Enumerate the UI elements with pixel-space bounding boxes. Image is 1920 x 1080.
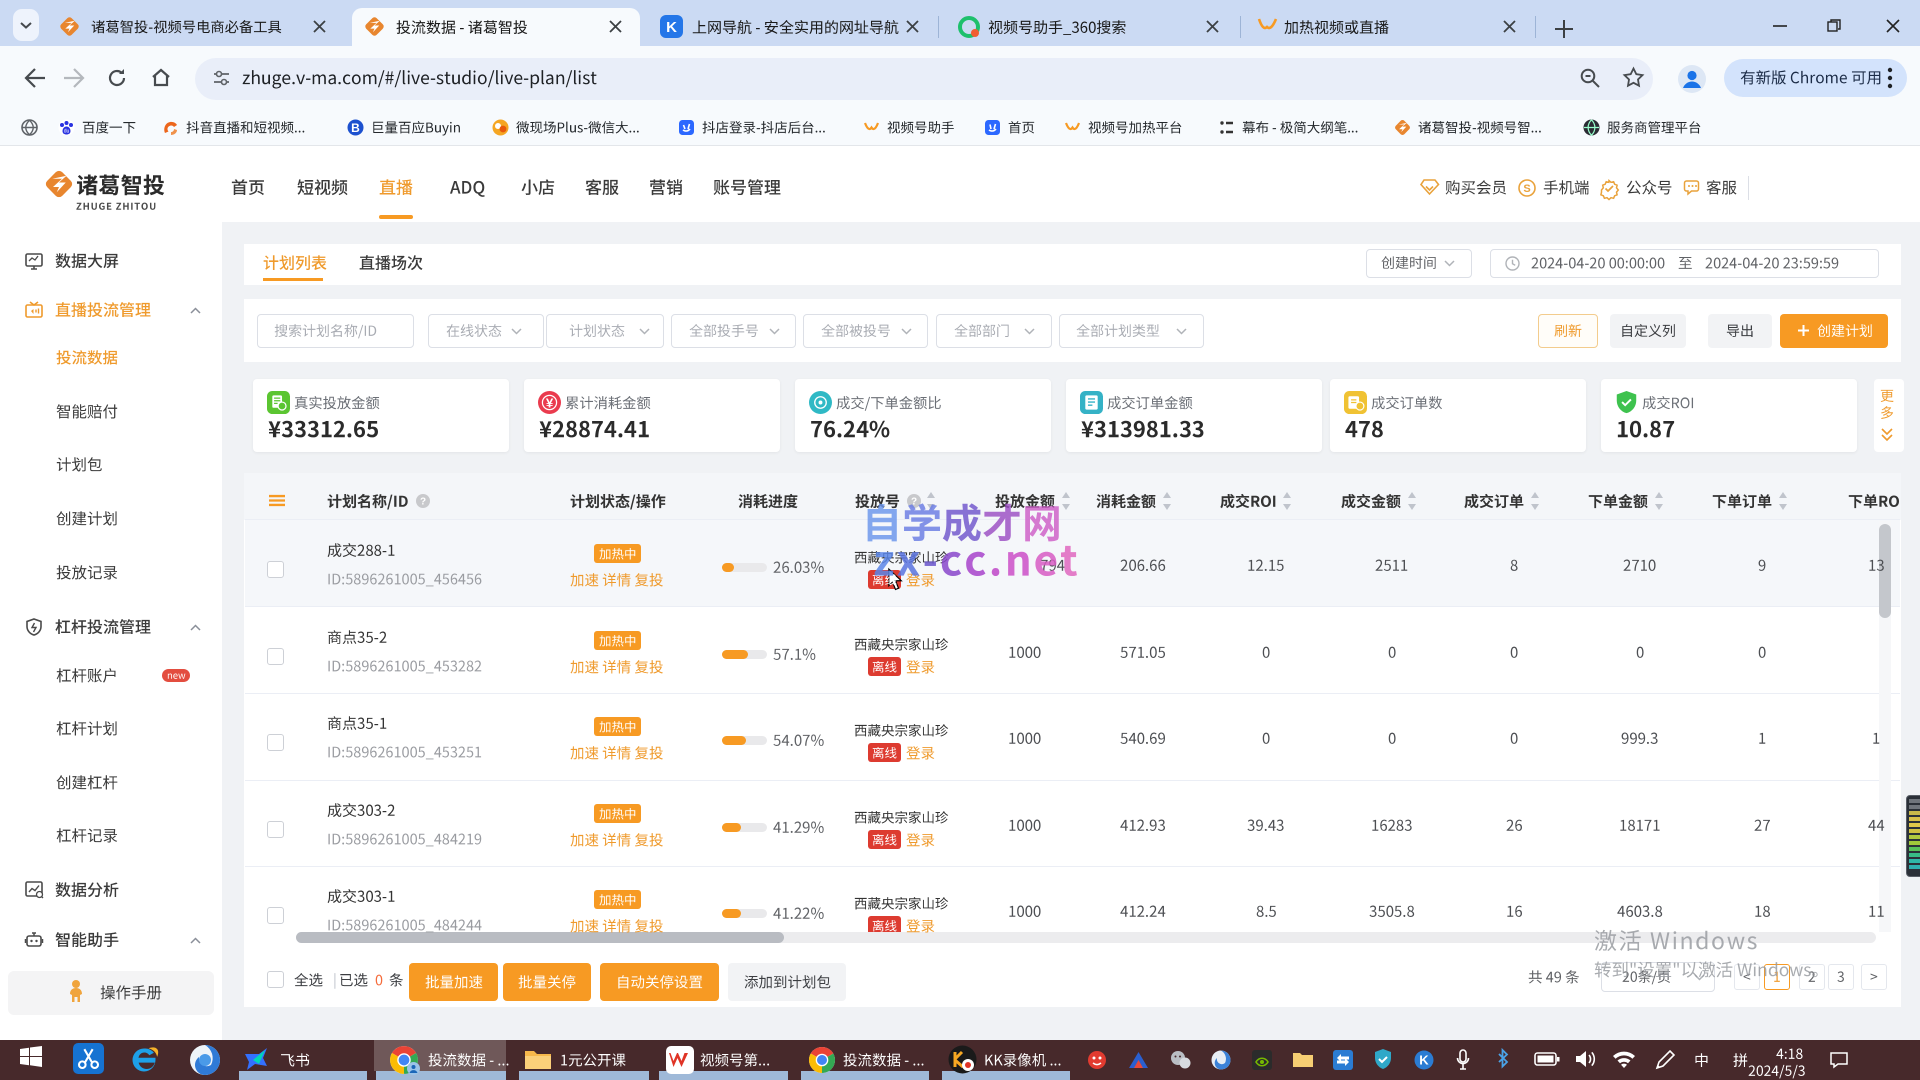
- svg-text:K: K: [666, 19, 677, 36]
- svg-text:du: du: [64, 129, 70, 135]
- svg-text:?: ?: [420, 497, 426, 508]
- svg-text:K: K: [1419, 1053, 1429, 1068]
- svg-text:S: S: [1523, 183, 1530, 195]
- svg-text:¥: ¥: [546, 395, 554, 410]
- svg-text:B: B: [351, 121, 360, 135]
